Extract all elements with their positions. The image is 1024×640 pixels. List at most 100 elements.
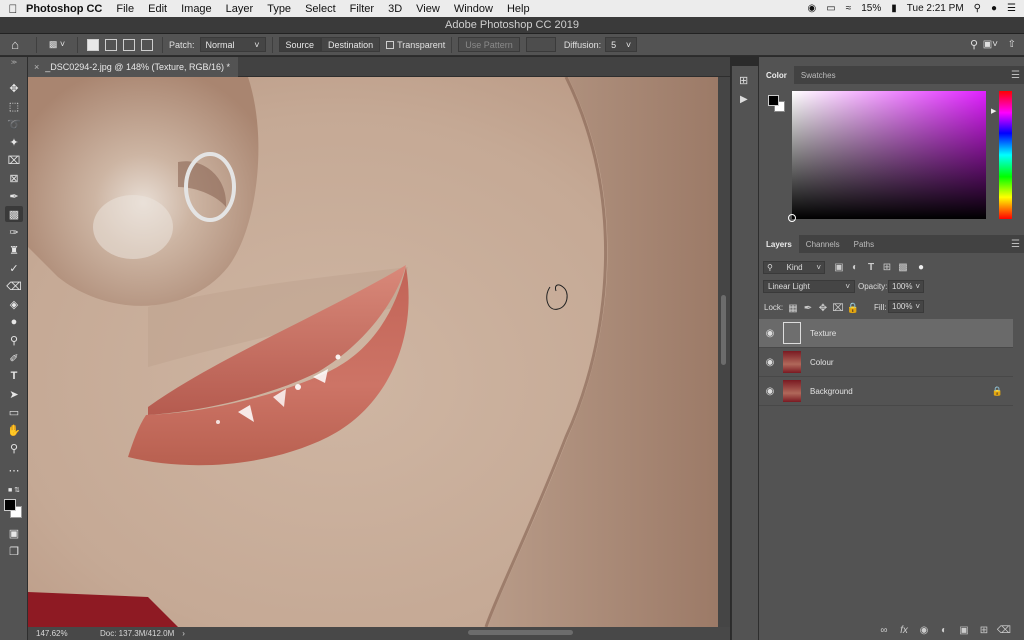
close-icon[interactable]: × [34,62,39,72]
add-to-selection-icon[interactable] [105,38,117,51]
blend-mode-dropdown[interactable]: Linear Light ˅ [763,280,855,293]
lock-transparency-icon[interactable]: ▦ [785,301,801,315]
menu-file[interactable]: File [116,3,134,15]
clone-stamp-tool-icon[interactable]: ♜ [5,242,23,258]
layer-name[interactable]: Texture [810,329,836,338]
filter-toggle-icon[interactable]: ● [913,260,929,274]
foreground-color-swatch[interactable] [4,499,16,511]
brush-tool-icon[interactable]: ✑ [5,224,23,240]
history-brush-tool-icon[interactable]: ✓ [5,260,23,276]
transparent-option[interactable]: Transparent [386,40,445,50]
diffusion-dropdown[interactable]: 5 ˅ [605,37,638,52]
airplay-icon[interactable]: ▭ [826,3,835,14]
destination-button[interactable]: Destination [321,37,381,52]
lasso-tool-icon[interactable]: ➰ [5,116,23,132]
apple-icon[interactable]:  [0,2,26,16]
source-button[interactable]: Source [278,37,322,52]
patch-mode-dropdown[interactable]: Normal ˅ [199,37,266,52]
frame-tool-icon[interactable]: ⊠ [5,170,23,186]
quick-mask-icon[interactable]: ▣ [5,525,23,541]
tab-paths[interactable]: Paths [847,235,881,253]
transparent-checkbox[interactable] [386,40,395,49]
notification-center-icon[interactable]: ☰ [1007,3,1016,14]
menu-3d[interactable]: 3D [388,3,402,15]
patch-tool-icon[interactable]: ▩ [5,206,23,222]
panel-menu-icon[interactable]: ☰ [1011,239,1020,250]
new-group-icon[interactable]: ▣ [956,623,972,637]
vertical-scroll-thumb[interactable] [721,295,726,365]
filter-smart-object-icon[interactable]: ▩ [895,260,911,274]
fill-field[interactable]: 100% ˅ [888,300,924,313]
layer-row-background[interactable]: ◉ Background 🔒 [759,377,1013,406]
zoom-level[interactable]: 147.62% [36,629,94,638]
filter-type-icon[interactable]: T [863,260,879,274]
screen-mode-icon[interactable]: ❐ [5,543,23,559]
tab-channels[interactable]: Channels [799,235,847,253]
layer-name[interactable]: Colour [810,358,834,367]
swap-colors-icon[interactable]: ■ ⇅ [5,482,23,498]
new-layer-icon[interactable]: ⊞ [976,623,992,637]
chevron-right-icon[interactable]: › [182,629,185,638]
panel-menu-icon[interactable]: ☰ [1011,70,1020,81]
hue-slider[interactable] [999,91,1012,219]
menu-type[interactable]: Type [267,3,291,15]
opacity-field[interactable]: 100% ˅ [888,280,924,293]
clock[interactable]: Tue 2:21 PM [907,3,964,14]
home-icon[interactable]: ⌂ [0,37,30,53]
horizontal-scroll-thumb[interactable] [468,630,573,635]
lock-all-icon[interactable]: 🔒 [845,301,861,315]
document-tab[interactable]: × _DSC0294-2.jpg @ 148% (Texture, RGB/16… [28,57,238,77]
tab-swatches[interactable]: Swatches [794,66,843,84]
collapse-icon[interactable]: ≫ [5,59,23,66]
layer-style-icon[interactable]: fx [896,623,912,637]
menu-edit[interactable]: Edit [148,3,167,15]
workspace-icon[interactable]: ▣˅ [983,39,998,50]
menu-help[interactable]: Help [507,3,530,15]
path-selection-tool-icon[interactable]: ➤ [5,386,23,402]
layer-row-colour[interactable]: ◉ Colour [759,348,1013,377]
layer-row-texture[interactable]: ◉ Texture [759,319,1013,348]
use-pattern-button[interactable]: Use Pattern [458,37,520,52]
quick-selection-tool-icon[interactable]: ✦ [5,134,23,150]
adjust-icon[interactable]: ⊞ [739,74,748,87]
color-field[interactable] [792,91,986,219]
tab-layers[interactable]: Layers [759,235,799,253]
trash-icon[interactable]: ⌫ [996,623,1012,637]
menu-view[interactable]: View [416,3,440,15]
subtract-from-selection-icon[interactable] [123,38,135,51]
blur-tool-icon[interactable]: ● [5,314,23,330]
play-icon[interactable]: ▶ [740,94,748,105]
crop-tool-icon[interactable]: ⌧ [5,152,23,168]
menu-select[interactable]: Select [305,3,336,15]
hue-slider-handle-icon[interactable]: ▶ [991,107,996,115]
pattern-picker[interactable] [525,37,556,52]
marquee-tool-icon[interactable]: ⬚ [5,98,23,114]
hand-tool-icon[interactable]: ✋ [5,422,23,438]
vertical-scrollbar[interactable] [718,77,730,627]
lock-artboard-icon[interactable]: ⌧ [830,301,846,315]
eraser-tool-icon[interactable]: ⌫ [5,278,23,294]
rectangle-tool-icon[interactable]: ▭ [5,404,23,420]
pen-tool-icon[interactable]: ✐ [5,350,23,366]
add-mask-icon[interactable]: ◉ [916,623,932,637]
new-selection-icon[interactable] [87,38,99,51]
share-icon[interactable]: ⇧ [1008,39,1016,50]
menu-filter[interactable]: Filter [350,3,374,15]
filter-shape-icon[interactable]: ⊞ [879,260,895,274]
eye-icon[interactable]: ◉ [759,328,781,339]
eye-icon[interactable]: ◉ [759,357,781,368]
intersect-selection-icon[interactable] [141,38,153,51]
move-tool-icon[interactable]: ✥ [5,80,23,96]
siri-icon[interactable]: ● [991,3,997,14]
wifi-icon[interactable]: ≈ [846,3,852,14]
paint-bucket-tool-icon[interactable]: ◈ [5,296,23,312]
layer-name[interactable]: Background [810,387,853,396]
lock-pixels-icon[interactable]: ✒ [800,301,816,315]
tab-color[interactable]: Color [759,66,794,84]
more-tools-icon[interactable]: ⋯ [5,462,23,478]
eyedropper-tool-icon[interactable]: ✒ [5,188,23,204]
menu-window[interactable]: Window [454,3,493,15]
adjustment-layer-icon[interactable]: ◐ [936,623,952,637]
layer-filter-dropdown[interactable]: ⚲ Kind ˅ [763,261,825,274]
filter-pixel-icon[interactable]: ▣ [831,260,847,274]
